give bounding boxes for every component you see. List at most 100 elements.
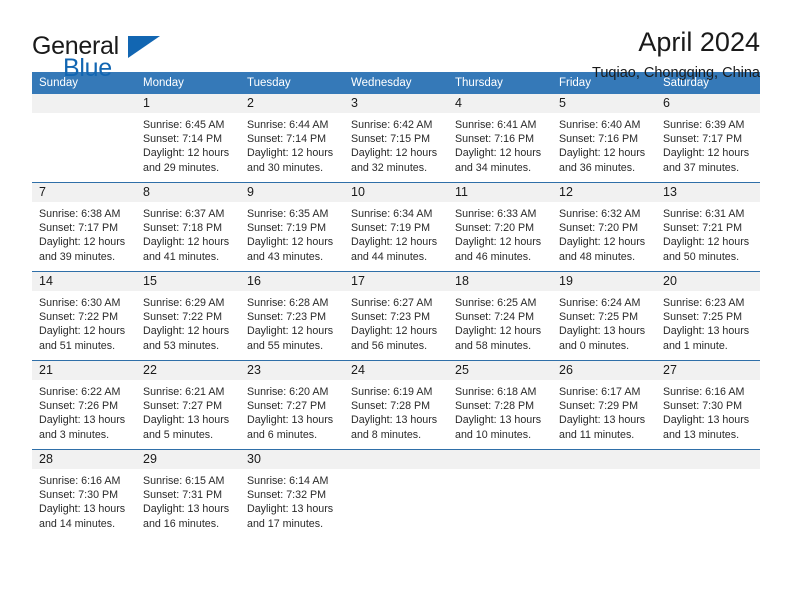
sunrise-text: Sunrise: 6:41 AM xyxy=(455,119,537,131)
calendar-day-cell[interactable]: 29 Sunrise: 6:15 AM Sunset: 7:31 PM Dayligh… xyxy=(136,449,240,538)
calendar-day-cell[interactable]: 22 Sunrise: 6:21 AM Sunset: 7:27 PM Dayligh… xyxy=(136,360,240,450)
sunrise-text: Sunrise: 6:44 AM xyxy=(247,119,329,131)
day-cell-content xyxy=(448,450,552,538)
daylight-text-line1: Daylight: 12 hours xyxy=(247,147,334,160)
calendar-day-cell[interactable]: 4 Sunrise: 6:41 AM Sunset: 7:16 PM Daylight… xyxy=(448,94,552,183)
calendar-day-cell[interactable]: 18 Sunrise: 6:25 AM Sunset: 7:24 PM Dayligh… xyxy=(448,271,552,361)
daylight-text-line1: Daylight: 12 hours xyxy=(455,236,542,249)
calendar-day-cell[interactable]: 26 Sunrise: 6:17 AM Sunset: 7:29 PM Dayligh… xyxy=(552,360,656,450)
calendar-day-cell[interactable]: 15 Sunrise: 6:29 AM Sunset: 7:22 PM Dayligh… xyxy=(136,271,240,361)
day-number xyxy=(552,450,656,469)
calendar-page: General Blue April 2024 Tuqiao, Chongqin… xyxy=(0,0,792,612)
calendar-day-cell[interactable]: 8 Sunrise: 6:37 AM Sunset: 7:18 PM Daylight… xyxy=(136,182,240,272)
brand-name-bottom: Blue xyxy=(63,54,112,82)
sunrise-text: Sunrise: 6:24 AM xyxy=(559,297,641,309)
sunset-text: Sunset: 7:27 PM xyxy=(143,400,223,413)
calendar-body: 1 Sunrise: 6:45 AM Sunset: 7:14 PM Daylight… xyxy=(32,94,760,538)
day-number: 13 xyxy=(656,183,760,202)
daylight-text-line2: and 56 minutes. xyxy=(351,339,428,352)
daylight-text-line1: Daylight: 12 hours xyxy=(351,325,438,338)
daylight-text-line2: and 3 minutes. xyxy=(39,428,110,441)
day-cell-content: 6 Sunrise: 6:39 AM Sunset: 7:17 PM Daylight… xyxy=(656,94,760,182)
brand-logo[interactable]: General Blue xyxy=(32,26,162,82)
day-cell-content: 10 Sunrise: 6:34 AM Sunset: 7:19 PM Dayligh… xyxy=(344,183,448,271)
sunrise-text: Sunrise: 6:42 AM xyxy=(351,119,433,131)
day-sun-info: Sunrise: 6:27 AM Sunset: 7:23 PM Daylight:… xyxy=(344,291,448,353)
calendar-day-cell[interactable]: 16 Sunrise: 6:28 AM Sunset: 7:23 PM Dayligh… xyxy=(240,271,344,361)
sunrise-text: Sunrise: 6:38 AM xyxy=(39,208,121,220)
day-cell-content xyxy=(32,94,136,182)
sunset-text: Sunset: 7:32 PM xyxy=(247,489,327,502)
calendar-day-cell[interactable]: 9 Sunrise: 6:35 AM Sunset: 7:19 PM Daylight… xyxy=(240,182,344,272)
calendar-day-cell[interactable]: 6 Sunrise: 6:39 AM Sunset: 7:17 PM Daylight… xyxy=(656,94,760,183)
day-sun-info: Sunrise: 6:40 AM Sunset: 7:16 PM Daylight:… xyxy=(552,113,656,175)
daylight-text-line1: Daylight: 12 hours xyxy=(143,236,230,249)
calendar-day-cell[interactable]: 11 Sunrise: 6:33 AM Sunset: 7:20 PM Dayligh… xyxy=(448,182,552,272)
calendar-day-cell[interactable]: 7 Sunrise: 6:38 AM Sunset: 7:17 PM Daylight… xyxy=(32,182,136,272)
calendar-day-cell[interactable]: 5 Sunrise: 6:40 AM Sunset: 7:16 PM Daylight… xyxy=(552,94,656,183)
day-number: 19 xyxy=(552,272,656,291)
calendar-day-cell xyxy=(552,449,656,538)
day-cell-content: 13 Sunrise: 6:31 AM Sunset: 7:21 PM Dayligh… xyxy=(656,183,760,271)
sunset-text: Sunset: 7:25 PM xyxy=(663,311,743,324)
calendar-day-cell[interactable]: 3 Sunrise: 6:42 AM Sunset: 7:15 PM Daylight… xyxy=(344,94,448,183)
daylight-text-line1: Daylight: 12 hours xyxy=(39,325,126,338)
sunset-text: Sunset: 7:16 PM xyxy=(455,133,535,146)
day-number: 15 xyxy=(136,272,240,291)
calendar-day-cell[interactable]: 20 Sunrise: 6:23 AM Sunset: 7:25 PM Dayligh… xyxy=(656,271,760,361)
day-sun-info: Sunrise: 6:15 AM Sunset: 7:31 PM Daylight:… xyxy=(136,469,240,531)
calendar-day-cell[interactable]: 1 Sunrise: 6:45 AM Sunset: 7:14 PM Daylight… xyxy=(136,94,240,183)
calendar-day-cell[interactable]: 21 Sunrise: 6:22 AM Sunset: 7:26 PM Dayligh… xyxy=(32,360,136,450)
daylight-text-line2: and 50 minutes. xyxy=(663,250,740,263)
daylight-text-line2: and 30 minutes. xyxy=(247,161,324,174)
calendar-day-cell[interactable]: 25 Sunrise: 6:18 AM Sunset: 7:28 PM Dayligh… xyxy=(448,360,552,450)
calendar-day-cell[interactable]: 13 Sunrise: 6:31 AM Sunset: 7:21 PM Dayligh… xyxy=(656,182,760,272)
calendar-day-cell[interactable]: 24 Sunrise: 6:19 AM Sunset: 7:28 PM Dayligh… xyxy=(344,360,448,450)
daylight-text-line2: and 44 minutes. xyxy=(351,250,428,263)
daylight-text-line1: Daylight: 12 hours xyxy=(351,147,438,160)
day-sun-info: Sunrise: 6:35 AM Sunset: 7:19 PM Daylight:… xyxy=(240,202,344,264)
day-number: 7 xyxy=(32,183,136,202)
day-cell-content: 20 Sunrise: 6:23 AM Sunset: 7:25 PM Dayligh… xyxy=(656,272,760,360)
day-number: 12 xyxy=(552,183,656,202)
calendar-table: Sunday Monday Tuesday Wednesday Thursday… xyxy=(32,72,760,538)
day-cell-content: 16 Sunrise: 6:28 AM Sunset: 7:23 PM Dayligh… xyxy=(240,272,344,360)
sunset-text: Sunset: 7:20 PM xyxy=(455,222,535,235)
day-cell-content: 14 Sunrise: 6:30 AM Sunset: 7:22 PM Dayligh… xyxy=(32,272,136,360)
sunset-text: Sunset: 7:24 PM xyxy=(455,311,535,324)
day-number: 21 xyxy=(32,361,136,380)
day-sun-info: Sunrise: 6:16 AM Sunset: 7:30 PM Daylight:… xyxy=(32,469,136,531)
sunrise-text: Sunrise: 6:39 AM xyxy=(663,119,745,131)
sunrise-text: Sunrise: 6:17 AM xyxy=(559,386,641,398)
sunset-text: Sunset: 7:23 PM xyxy=(247,311,327,324)
day-sun-info: Sunrise: 6:39 AM Sunset: 7:17 PM Daylight:… xyxy=(656,113,760,175)
day-number: 28 xyxy=(32,450,136,469)
daylight-text-line1: Daylight: 12 hours xyxy=(559,236,646,249)
day-cell-content: 28 Sunrise: 6:16 AM Sunset: 7:30 PM Dayligh… xyxy=(32,450,136,538)
sunset-text: Sunset: 7:31 PM xyxy=(143,489,223,502)
daylight-text-line1: Daylight: 13 hours xyxy=(247,503,334,516)
calendar-day-cell[interactable]: 30 Sunrise: 6:14 AM Sunset: 7:32 PM Dayligh… xyxy=(240,449,344,538)
sunset-text: Sunset: 7:28 PM xyxy=(455,400,535,413)
calendar-day-cell[interactable]: 17 Sunrise: 6:27 AM Sunset: 7:23 PM Dayligh… xyxy=(344,271,448,361)
daylight-text-line2: and 11 minutes. xyxy=(559,428,635,441)
daylight-text-line1: Daylight: 13 hours xyxy=(247,414,334,427)
calendar-day-cell[interactable]: 2 Sunrise: 6:44 AM Sunset: 7:14 PM Daylight… xyxy=(240,94,344,183)
calendar-day-cell[interactable]: 28 Sunrise: 6:16 AM Sunset: 7:30 PM Dayligh… xyxy=(32,449,136,538)
calendar-week-row: 7 Sunrise: 6:38 AM Sunset: 7:17 PM Daylight… xyxy=(32,182,760,272)
sunrise-text: Sunrise: 6:16 AM xyxy=(663,386,745,398)
calendar-day-cell[interactable]: 23 Sunrise: 6:20 AM Sunset: 7:27 PM Dayligh… xyxy=(240,360,344,450)
sunset-text: Sunset: 7:21 PM xyxy=(663,222,743,235)
calendar-day-cell[interactable]: 12 Sunrise: 6:32 AM Sunset: 7:20 PM Dayligh… xyxy=(552,182,656,272)
calendar-day-cell[interactable]: 27 Sunrise: 6:16 AM Sunset: 7:30 PM Dayligh… xyxy=(656,360,760,450)
day-cell-content: 17 Sunrise: 6:27 AM Sunset: 7:23 PM Dayligh… xyxy=(344,272,448,360)
daylight-text-line1: Daylight: 13 hours xyxy=(351,414,438,427)
sunrise-text: Sunrise: 6:25 AM xyxy=(455,297,537,309)
day-cell-content: 27 Sunrise: 6:16 AM Sunset: 7:30 PM Dayligh… xyxy=(656,361,760,449)
calendar-day-cell[interactable]: 19 Sunrise: 6:24 AM Sunset: 7:25 PM Dayligh… xyxy=(552,271,656,361)
day-sun-info: Sunrise: 6:31 AM Sunset: 7:21 PM Daylight:… xyxy=(656,202,760,264)
calendar-day-cell[interactable]: 14 Sunrise: 6:30 AM Sunset: 7:22 PM Dayligh… xyxy=(32,271,136,361)
calendar-day-cell[interactable]: 10 Sunrise: 6:34 AM Sunset: 7:19 PM Dayligh… xyxy=(344,182,448,272)
sunrise-text: Sunrise: 6:45 AM xyxy=(143,119,225,131)
day-number: 5 xyxy=(552,94,656,113)
